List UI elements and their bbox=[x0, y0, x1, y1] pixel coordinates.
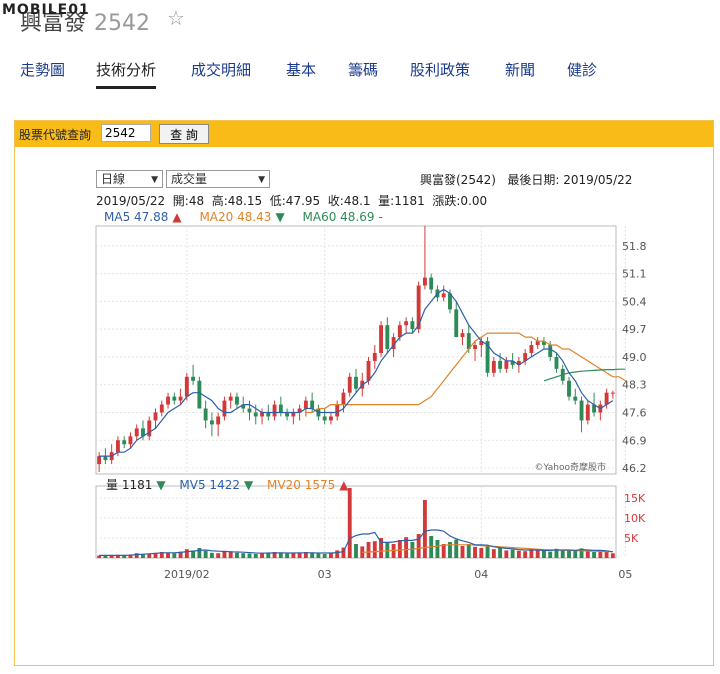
tab-basic[interactable]: 基本 bbox=[286, 56, 316, 86]
tab-news[interactable]: 新聞 bbox=[505, 56, 535, 86]
mv5-arrow: ▼ bbox=[243, 478, 254, 492]
tab-chips[interactable]: 籌碼 bbox=[348, 56, 378, 86]
info-title: 興富發(2542) bbox=[420, 173, 496, 187]
ma60-arrow: - bbox=[378, 210, 383, 224]
period-select[interactable]: 日線 ▼ bbox=[96, 170, 163, 188]
mv5-label: MV5 1422 bbox=[179, 478, 240, 492]
period-select-value: 日線 bbox=[101, 172, 126, 186]
chevron-down-icon: ▼ bbox=[258, 175, 265, 185]
quote-line: 2019/05/22 開:48 高:48.15 低:47.95 收:48.1 量… bbox=[96, 194, 488, 208]
chevron-down-icon: ▼ bbox=[151, 175, 158, 185]
query-label: 股票代號查詢 bbox=[19, 128, 92, 142]
indicator-select[interactable]: 成交量 ▼ bbox=[166, 170, 270, 188]
watermark: MOBILE01 bbox=[2, 2, 90, 18]
star-icon[interactable]: ☆ bbox=[167, 6, 185, 30]
tab-trend[interactable]: 走勢圖 bbox=[20, 56, 65, 86]
stock-code: 2542 bbox=[94, 11, 151, 36]
tab-health[interactable]: 健診 bbox=[567, 56, 597, 86]
indicator-select-value: 成交量 bbox=[171, 172, 208, 186]
query-bar: 股票代號查詢 查 詢 bbox=[15, 121, 713, 147]
tab-bar: 走勢圖 技術分析 成交明細 基本 籌碼 股利政策 新聞 健診 bbox=[0, 56, 720, 90]
ma60-label: MA60 48.69 bbox=[302, 210, 375, 224]
mv20-arrow: ▲ bbox=[339, 478, 349, 492]
stock-code-input[interactable] bbox=[101, 124, 151, 142]
query-button[interactable]: 查 詢 bbox=[159, 124, 209, 144]
ma20-label: MA20 48.43 bbox=[199, 210, 272, 224]
volume-legend: 量 1181 ▼ MV5 1422 ▼ MV20 1575 ▲ bbox=[106, 476, 352, 493]
ma-legend: MA5 47.88 ▲ MA20 48.43 ▼ MA60 48.69- bbox=[104, 210, 387, 224]
tab-dividend[interactable]: 股利政策 bbox=[410, 56, 470, 86]
ma5-arrow: ▲ bbox=[172, 210, 182, 224]
tab-transactions[interactable]: 成交明細 bbox=[191, 56, 251, 86]
volume-arrow: ▼ bbox=[156, 478, 166, 492]
volume-label: 量 1181 bbox=[106, 478, 153, 492]
ma20-arrow: ▼ bbox=[275, 210, 285, 224]
stock-info: 興富發(2542) 最後日期: 2019/05/22 bbox=[420, 171, 632, 188]
ma5-label: MA5 47.88 bbox=[104, 210, 169, 224]
mv20-label: MV20 1575 bbox=[267, 478, 336, 492]
info-date: 2019/05/22 bbox=[563, 173, 633, 187]
info-date-label: 最後日期: bbox=[507, 173, 560, 187]
stock-header: 興富發 2542 ☆ MOBILE01 bbox=[0, 0, 720, 36]
tab-technical[interactable]: 技術分析 bbox=[96, 56, 157, 89]
